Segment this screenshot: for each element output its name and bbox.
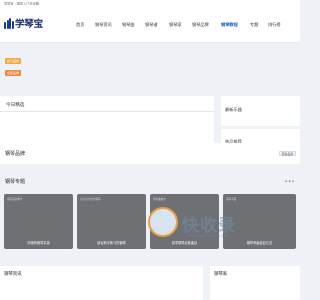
more-topics-icon[interactable]: ••• xyxy=(285,179,295,185)
pianists-title: 钢琴家 xyxy=(214,272,228,277)
hot-brands-tag[interactable]: 热门品牌 xyxy=(5,58,22,64)
nav-songs[interactable]: 钢琴曲 xyxy=(122,22,135,28)
topic-card-caption: 好弹的钢琴手游 xyxy=(27,241,50,245)
watermark-subtext: www.kuaishoulu.com xyxy=(188,233,231,238)
latest-instruments-title: 最新乐器 xyxy=(225,107,242,112)
title-divider xyxy=(0,111,214,112)
site-header: 学琴宝 首页 钢琴资讯 钢琴曲 钢琴谱 钢琴家 钢琴品牌 钢琴教程 专题 排行榜 xyxy=(0,5,300,43)
topic-card-tag: 适合初学者的钢琴 xyxy=(80,198,101,201)
news-title: 钢琴资讯 xyxy=(4,272,22,277)
nav-brands[interactable]: 钢琴品牌 xyxy=(192,22,209,28)
nav-sheets[interactable]: 钢琴谱 xyxy=(145,22,158,28)
nav-news[interactable]: 钢琴资讯 xyxy=(95,22,112,28)
today-pick-title: 今日精选 xyxy=(6,103,25,108)
topics-title: 钢琴专题 xyxy=(5,179,26,185)
nav-home[interactable]: 首页 xyxy=(76,22,84,28)
brands-title: 钢琴品牌 xyxy=(5,151,26,157)
news-section: 钢琴资讯 xyxy=(0,266,203,300)
topic-card-tag: 钢琴演奏教学 xyxy=(7,198,23,201)
topic-card-tag: 钢琴曲推荐 xyxy=(153,198,166,201)
watermark-logo-icon xyxy=(148,207,178,237)
nav-rankings[interactable]: 排行榜 xyxy=(268,22,281,28)
watermark: 快收录 www.kuaishoulu.com xyxy=(148,205,298,265)
nav-tutorials[interactable]: 钢琴教程 xyxy=(221,22,238,28)
topic-card-caption: 适合新手练习的钢琴 xyxy=(97,241,126,245)
more-brands-button[interactable]: 更多品牌 xyxy=(278,151,296,156)
all-brands-tag[interactable]: 全部品牌 xyxy=(5,70,22,76)
latest-instruments-card: 最新乐器 xyxy=(221,96,300,126)
topic-card[interactable]: 钢琴演奏教学 好弹的钢琴手游 xyxy=(4,194,73,249)
brands-section: 钢琴品牌 更多品牌 xyxy=(0,143,300,164)
main-nav: 首页 钢琴资讯 钢琴曲 钢琴谱 钢琴家 钢琴品牌 钢琴教程 专题 排行榜 xyxy=(0,5,300,43)
topic-card[interactable]: 适合初学者的钢琴 适合新手练习的钢琴 xyxy=(77,194,146,249)
topic-card-tag: 钢琴考级 xyxy=(226,198,237,201)
nav-pianists[interactable]: 钢琴家 xyxy=(169,22,182,28)
nav-topics[interactable]: 专题 xyxy=(250,22,258,28)
pianists-section: 钢琴家 xyxy=(210,266,300,300)
